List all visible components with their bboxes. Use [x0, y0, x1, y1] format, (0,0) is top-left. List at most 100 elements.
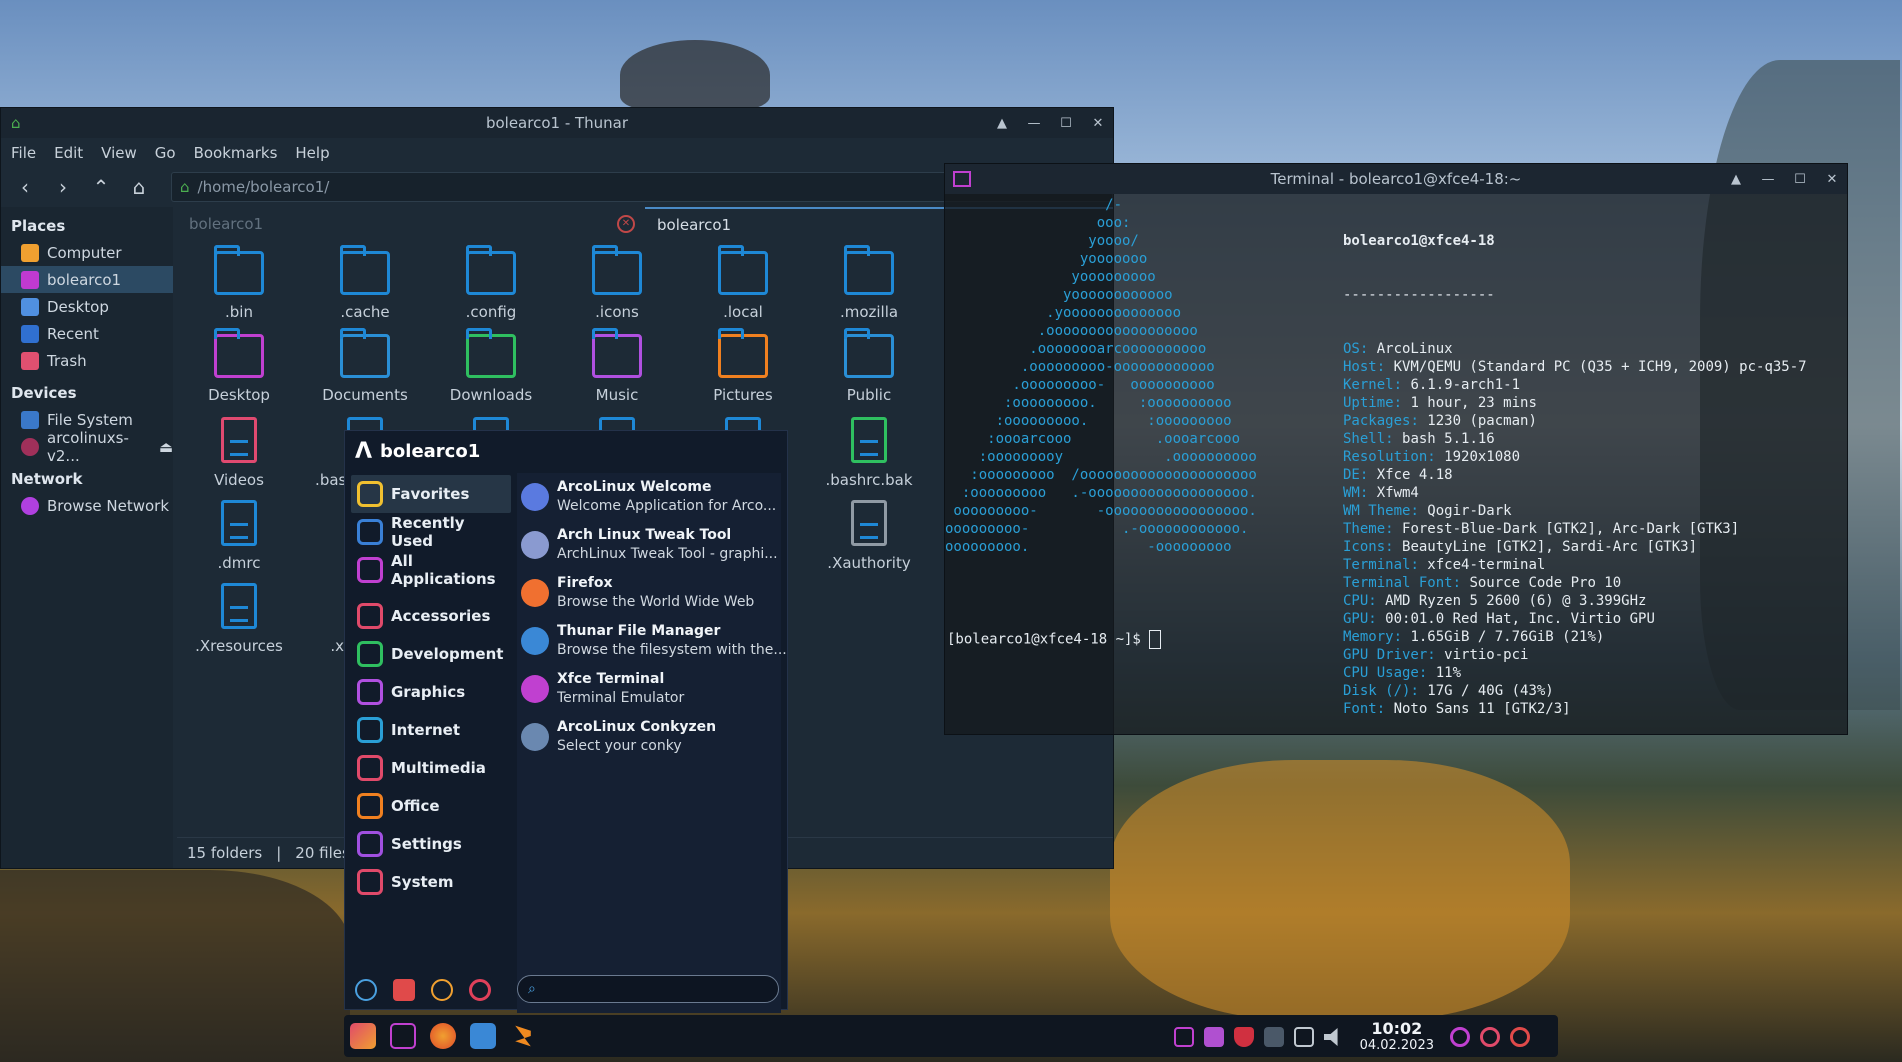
lock-screen-icon[interactable] [393, 979, 415, 1001]
firewall-shield-icon[interactable] [1233, 1027, 1254, 1047]
category-internet[interactable]: Internet [351, 711, 511, 749]
file-item[interactable]: .Xauthority [807, 500, 931, 572]
clipboard-icon[interactable] [1203, 1027, 1224, 1047]
window-title: bolearco1 - Thunar [485, 114, 629, 132]
menu-bookmarks[interactable]: Bookmarks [194, 144, 278, 162]
file-item[interactable]: Documents [303, 328, 427, 404]
file-item[interactable]: .icons [555, 245, 679, 321]
info-line: WM Theme: Qogir-Dark [1343, 503, 1512, 519]
file-item[interactable]: .config [429, 245, 553, 321]
sublime-launcher-icon[interactable] [515, 1025, 531, 1047]
info-key: Uptime [1343, 395, 1394, 411]
file-item[interactable]: .local [681, 245, 805, 321]
file-manager-launcher-icon[interactable] [470, 1023, 496, 1049]
terminal-body[interactable]: /- ooo: yoooo/ yooooooo yooooooooo yoooo… [945, 194, 1847, 734]
category-recently-used[interactable]: Recently Used [351, 513, 511, 551]
close-button[interactable]: ✕ [1091, 116, 1105, 131]
file-item[interactable]: .bin [177, 245, 301, 321]
category-icon [357, 557, 383, 583]
sidebar-item-browse-network[interactable]: Browse Network [1, 492, 173, 519]
computer-icon [21, 243, 39, 262]
session-logout-icon[interactable] [1480, 1027, 1500, 1047]
menu-help[interactable]: Help [295, 144, 329, 162]
update-icon[interactable] [1450, 1027, 1470, 1047]
logout-icon[interactable] [469, 979, 491, 1001]
app-menu-icon[interactable] [350, 1023, 376, 1049]
workspace-icon[interactable] [1173, 1027, 1194, 1047]
menu-edit[interactable]: Edit [54, 144, 83, 162]
tab-bolearco1-first[interactable]: bolearco1 ✕ [177, 207, 645, 241]
file-item[interactable]: Public [807, 328, 931, 404]
volume-icon[interactable] [1323, 1028, 1338, 1046]
menu-go[interactable]: Go [155, 144, 176, 162]
app-item[interactable]: Arch Linux Tweak Tool ArchLinux Tweak Too… [517, 521, 781, 569]
category-all-applications[interactable]: All Applications [351, 551, 511, 589]
file-item[interactable]: .bashrc.bak [807, 417, 931, 489]
firefox-launcher-icon[interactable] [430, 1023, 456, 1049]
file-item[interactable]: Desktop [177, 328, 301, 404]
category-favorites[interactable]: Favorites [351, 475, 511, 513]
category-accessories[interactable]: Accessories [351, 597, 511, 635]
up-icon[interactable]: ⌃ [89, 175, 113, 199]
file-item[interactable]: Downloads [429, 328, 553, 404]
back-icon[interactable]: ‹ [13, 175, 37, 199]
network-tray-icon[interactable] [1263, 1027, 1284, 1047]
app-description: Browse the World Wide Web [557, 594, 755, 610]
terminal-launcher-icon[interactable] [390, 1023, 416, 1049]
sidebar-item-desktop[interactable]: Desktop [1, 293, 173, 320]
sidebar-item-arcolinux-disc[interactable]: arcolinuxs-v2... ⏏ [1, 429, 173, 465]
switch-user-icon[interactable] [431, 979, 453, 1001]
info-line: Host: KVM/QEMU (Standard PC (Q35 + ICH9,… [1343, 359, 1807, 375]
eject-icon[interactable]: ⏏ [159, 438, 173, 456]
category-development[interactable]: Development [351, 635, 511, 673]
sidebar-item-recent[interactable]: Recent [1, 320, 173, 347]
category-multimedia[interactable]: Multimedia [351, 749, 511, 787]
category-icon [357, 679, 383, 705]
category-system[interactable]: System [351, 863, 511, 901]
app-icon [521, 627, 549, 655]
minimize-button[interactable]: — [1027, 116, 1041, 131]
thunar-titlebar[interactable]: ⌂ bolearco1 - Thunar ▲ — ☐ ✕ [1, 108, 1113, 138]
file-item[interactable]: .dmrc [177, 500, 301, 572]
app-icon [521, 675, 549, 703]
menu-file[interactable]: File [11, 144, 36, 162]
maximize-button[interactable]: ☐ [1059, 116, 1073, 131]
clock[interactable]: 10:02 04.02.2023 [1360, 1021, 1434, 1054]
network-icon [21, 496, 39, 515]
settings-manager-icon[interactable] [355, 979, 377, 1001]
app-item[interactable]: Xfce Terminal Terminal Emulator [517, 665, 781, 713]
info-line: Packages: 1230 (pacman) [1343, 413, 1537, 429]
file-item[interactable]: .mozilla [807, 245, 931, 321]
sidebar-item-computer[interactable]: Computer [1, 239, 173, 266]
forward-icon[interactable]: › [51, 175, 75, 199]
app-item[interactable]: ArcoLinux Welcome Welcome Application for… [517, 473, 781, 521]
display-icon[interactable] [1293, 1027, 1314, 1047]
app-item[interactable]: ArcoLinux Conkyzen Select your conky [517, 713, 781, 761]
terminal-shade-icon[interactable]: ▲ [1729, 172, 1743, 187]
file-item[interactable]: .Xresources [177, 583, 301, 655]
file-item[interactable]: Pictures [681, 328, 805, 404]
category-office[interactable]: Office [351, 787, 511, 825]
search-input[interactable]: ⌕ [517, 975, 779, 1003]
info-value: Xfwm4 [1376, 485, 1419, 501]
tab-close-icon[interactable]: ✕ [617, 215, 635, 233]
category-icon [357, 717, 383, 743]
file-item[interactable]: .cache [303, 245, 427, 321]
app-item[interactable]: Thunar File Manager Browse the filesystem… [517, 617, 787, 665]
app-item[interactable]: Firefox Browse the World Wide Web [517, 569, 781, 617]
file-item[interactable]: Videos [177, 417, 301, 489]
sidebar-item-home[interactable]: bolearco1 [1, 266, 173, 293]
category-graphics[interactable]: Graphics [351, 673, 511, 711]
terminal-maximize-button[interactable]: ☐ [1793, 172, 1807, 187]
file-item[interactable]: Music [555, 328, 679, 404]
menu-view[interactable]: View [101, 144, 137, 162]
category-settings[interactable]: Settings [351, 825, 511, 863]
shade-icon[interactable]: ▲ [995, 116, 1009, 131]
info-value: ArcoLinux [1376, 341, 1453, 357]
power-icon[interactable] [1510, 1027, 1530, 1047]
home-button-icon[interactable]: ⌂ [127, 175, 151, 199]
terminal-minimize-button[interactable]: — [1761, 172, 1775, 187]
terminal-titlebar[interactable]: Terminal - bolearco1@xfce4-18:~ ▲ — ☐ ✕ [945, 164, 1847, 194]
terminal-close-button[interactable]: ✕ [1825, 172, 1839, 187]
sidebar-item-trash[interactable]: Trash [1, 347, 173, 374]
